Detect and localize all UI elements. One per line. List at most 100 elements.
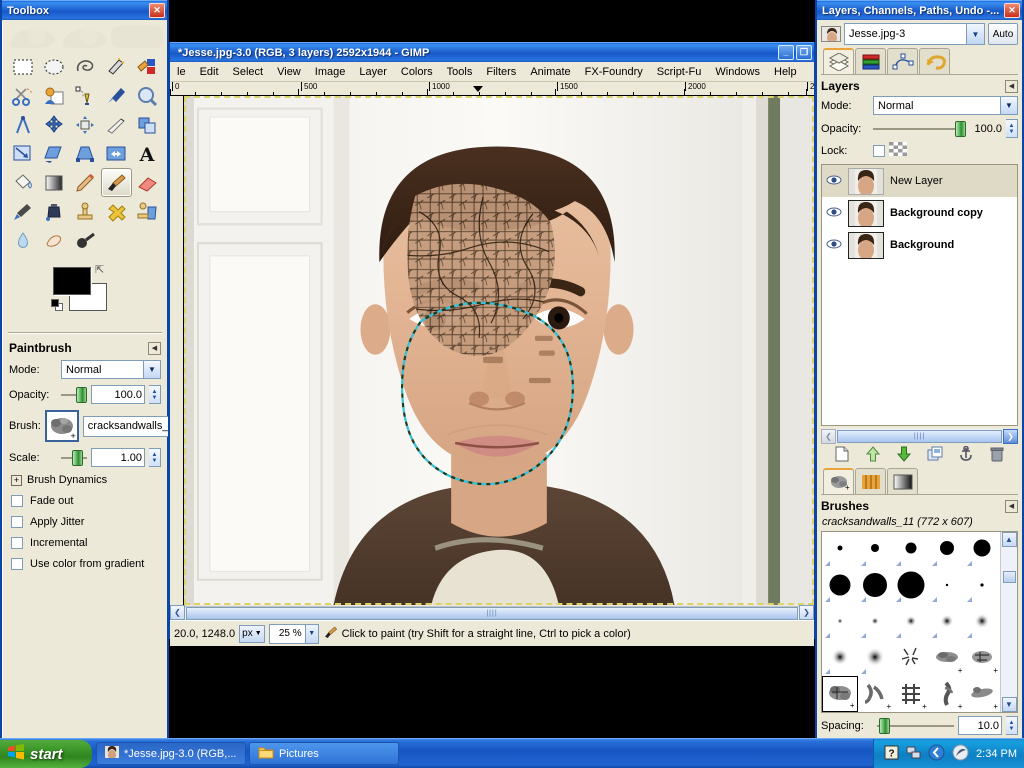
- select-by-color-tool[interactable]: [132, 52, 163, 81]
- network-icon[interactable]: [906, 745, 921, 763]
- menu-filters[interactable]: Filters: [479, 64, 523, 80]
- spacing-stepper[interactable]: ▲ ▼: [1006, 716, 1018, 735]
- flip-tool[interactable]: [101, 139, 132, 168]
- free-select-tool[interactable]: [69, 52, 100, 81]
- menu-edit[interactable]: Edit: [193, 64, 226, 80]
- dock-close-button[interactable]: ✕: [1004, 3, 1020, 18]
- brush-cell[interactable]: +: [929, 640, 965, 676]
- swap-colors-icon[interactable]: ⇱: [95, 263, 104, 276]
- layer-opacity-stepper[interactable]: ▲ ▼: [1006, 119, 1018, 138]
- clock[interactable]: 2:34 PM: [976, 748, 1017, 760]
- foreground-select-tool[interactable]: [38, 81, 69, 110]
- menu-file[interactable]: le: [170, 64, 193, 80]
- brush-cell[interactable]: [929, 604, 965, 640]
- brush-cell[interactable]: [822, 604, 858, 640]
- dock-titlebar[interactable]: Layers, Channels, Paths, Undo -... ✕: [817, 0, 1022, 20]
- shield-icon[interactable]: [928, 744, 945, 764]
- restore-button[interactable]: ❐: [796, 45, 812, 60]
- brushes-menu-button[interactable]: ◀: [1005, 499, 1018, 513]
- lower-layer-button[interactable]: [896, 446, 912, 465]
- menu-select[interactable]: Select: [226, 64, 271, 80]
- taskbar-button-gimp[interactable]: *Jesse.jpg-3.0 (RGB,...: [96, 742, 246, 765]
- dodge-burn-tool[interactable]: [69, 226, 100, 255]
- move-tool[interactable]: [38, 110, 69, 139]
- scroll-right-icon[interactable]: ❯: [1003, 428, 1018, 444]
- perspective-tool[interactable]: [69, 139, 100, 168]
- brush-cell[interactable]: [822, 568, 858, 604]
- image-canvas[interactable]: [184, 96, 814, 605]
- clone-tool[interactable]: [69, 197, 100, 226]
- brush-dynamics-expander[interactable]: + Brush Dynamics: [11, 474, 161, 486]
- incremental-checkbox[interactable]: [11, 537, 23, 549]
- opacity-stepper[interactable]: ▲ ▼: [149, 385, 161, 404]
- text-tool[interactable]: A: [132, 139, 163, 168]
- layer-mode-select[interactable]: Normal ▼: [873, 96, 1018, 115]
- eraser-tool[interactable]: [132, 168, 163, 197]
- scroll-left-icon[interactable]: ❮: [821, 428, 836, 444]
- default-colors-icon[interactable]: [51, 299, 64, 312]
- vertical-ruler[interactable]: [170, 96, 184, 605]
- brush-cell[interactable]: [822, 640, 858, 676]
- scroll-thumb[interactable]: [1002, 571, 1016, 583]
- auto-button[interactable]: Auto: [988, 23, 1018, 45]
- incremental-checkbox-row[interactable]: Incremental: [11, 537, 161, 549]
- chevron-down-icon[interactable]: ▼: [143, 361, 160, 378]
- taskbar-button-pictures[interactable]: Pictures: [249, 742, 399, 765]
- chevron-down-icon[interactable]: ▼: [304, 624, 318, 643]
- brush-cell[interactable]: +: [964, 640, 1000, 676]
- scroll-down-icon[interactable]: ▼: [1001, 697, 1017, 712]
- visibility-eye-icon[interactable]: [826, 239, 842, 252]
- menu-windows[interactable]: Windows: [708, 64, 767, 80]
- blend-tool[interactable]: [38, 168, 69, 197]
- paintbrush-tool[interactable]: [100, 168, 132, 197]
- ink-tool[interactable]: [38, 197, 69, 226]
- opacity-value[interactable]: 100.0: [91, 385, 145, 404]
- menu-script-fu[interactable]: Script-Fu: [650, 64, 709, 80]
- scale-stepper[interactable]: ▲ ▼: [149, 448, 161, 467]
- use-color-from-gradient-checkbox-row[interactable]: Use color from gradient: [11, 558, 161, 570]
- new-layer-button[interactable]: [834, 446, 850, 465]
- delete-layer-button[interactable]: [989, 446, 1005, 465]
- brush-cell[interactable]: [858, 532, 894, 568]
- brush-cell[interactable]: +: [964, 676, 1000, 712]
- brush-cell[interactable]: [858, 568, 894, 604]
- toolbox-close-button[interactable]: ✕: [149, 3, 165, 18]
- brush-grid-scrollbar[interactable]: ▲ ▼: [1000, 532, 1017, 712]
- brush-cell[interactable]: [964, 604, 1000, 640]
- zoom-select[interactable]: 25 % ▼: [268, 623, 319, 644]
- brush-cell[interactable]: [893, 568, 929, 604]
- media-icon[interactable]: [952, 744, 969, 764]
- rect-select-tool[interactable]: [7, 52, 38, 81]
- anchor-layer-button[interactable]: [958, 445, 974, 465]
- use-color-from-gradient-checkbox[interactable]: [11, 558, 23, 570]
- horizontal-ruler[interactable]: 0 500 1000 1500 2000 250: [170, 82, 814, 96]
- chevron-down-icon[interactable]: ▼: [1000, 97, 1017, 114]
- crop-tool[interactable]: [101, 110, 132, 139]
- menu-tools[interactable]: Tools: [440, 64, 480, 80]
- menu-layer[interactable]: Layer: [352, 64, 394, 80]
- bucket-fill-tool[interactable]: [7, 168, 38, 197]
- brush-cell[interactable]: [893, 532, 929, 568]
- layers-menu-button[interactable]: ◀: [1005, 79, 1018, 93]
- image-select[interactable]: Jesse.jpg-3 ▼: [844, 23, 985, 45]
- airbrush-tool[interactable]: [7, 197, 38, 226]
- heal-tool[interactable]: [101, 197, 132, 226]
- brush-cell[interactable]: [929, 532, 965, 568]
- scroll-thumb[interactable]: ||||: [837, 429, 1002, 443]
- help-icon[interactable]: ?: [884, 745, 899, 763]
- color-picker-tool[interactable]: [101, 81, 132, 110]
- layer-list[interactable]: New Layer Background copy Background: [821, 164, 1018, 426]
- fade-out-checkbox-row[interactable]: Fade out: [11, 495, 161, 507]
- menu-view[interactable]: View: [270, 64, 308, 80]
- opacity-slider[interactable]: [61, 386, 87, 403]
- brush-cell[interactable]: [929, 568, 965, 604]
- apply-jitter-checkbox[interactable]: [11, 516, 23, 528]
- start-button[interactable]: start: [0, 740, 92, 768]
- scroll-thumb[interactable]: ||||: [186, 606, 798, 620]
- chevron-down-icon[interactable]: ▼: [255, 630, 262, 637]
- alignment-tool[interactable]: [69, 110, 100, 139]
- perspective-clone-tool[interactable]: [132, 197, 163, 226]
- blur-sharpen-tool[interactable]: [7, 226, 38, 255]
- tool-options-menu-button[interactable]: ◀: [148, 341, 161, 355]
- menu-fx-foundry[interactable]: FX-Foundry: [578, 64, 650, 80]
